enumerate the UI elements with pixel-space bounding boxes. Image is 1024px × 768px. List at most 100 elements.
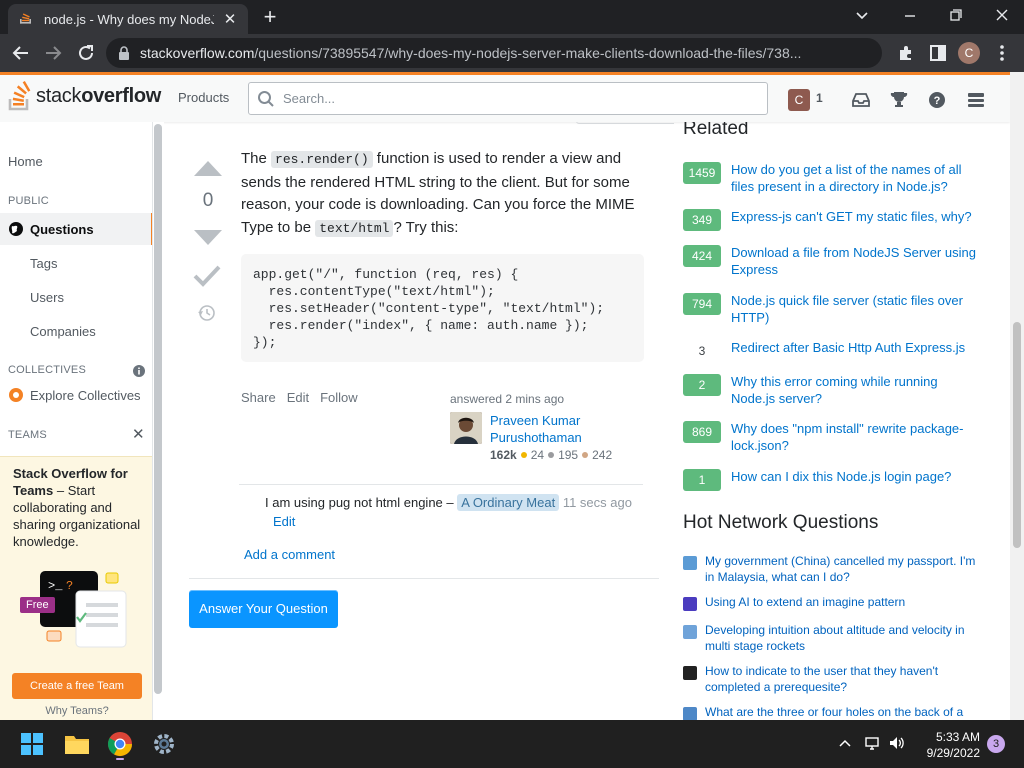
related-link[interactable]: Redirect after Basic Http Auth Express.j… — [731, 340, 981, 362]
hot-question-link[interactable]: My government (China) cancelled my passp… — [705, 554, 980, 585]
windows-start-icon[interactable] — [16, 728, 48, 760]
hot-question-link[interactable]: Using AI to extend an imagine pattern — [705, 595, 980, 611]
extensions-icon[interactable] — [896, 43, 916, 63]
related-link[interactable]: Why does "npm install" rewrite package-l… — [731, 421, 981, 454]
achievements-icon[interactable] — [888, 89, 910, 111]
tab-close-icon[interactable]: ✕ — [222, 10, 238, 28]
related-link[interactable]: Node.js quick file server (static files … — [731, 293, 981, 326]
tray-chevron-icon[interactable] — [838, 736, 852, 750]
nav-section-collectives: COLLECTIVES — [8, 364, 87, 376]
side-panel-icon[interactable] — [928, 43, 948, 63]
related-item[interactable]: 2 Why this error coming while running Nod… — [683, 374, 1003, 407]
browser-tab[interactable]: node.js - Why does my NodeJS S ✕ — [8, 4, 248, 34]
hot-question-item[interactable]: Using AI to extend an imagine pattern — [683, 595, 1003, 611]
downvote-icon[interactable] — [192, 228, 224, 248]
bronze-badge-icon — [582, 452, 589, 458]
profile-avatar[interactable]: C — [958, 42, 980, 64]
minimize-icon[interactable] — [898, 4, 922, 26]
hot-question-item[interactable]: How to indicate to the user that they ha… — [683, 664, 1003, 695]
address-bar[interactable]: stackoverflow.com/questions/73895547/why… — [106, 38, 882, 68]
info-icon[interactable] — [133, 365, 145, 377]
related-item[interactable]: 1 How can I dix this Node.js login page? — [683, 469, 1003, 491]
create-free-team-button[interactable]: Create a free Team — [12, 673, 142, 699]
restore-icon[interactable] — [944, 4, 968, 26]
sidebar-scroll-thumb[interactable] — [154, 124, 162, 694]
comment-edit-link[interactable]: Edit — [273, 514, 295, 529]
follow-link[interactable]: Follow — [320, 390, 358, 405]
related-item[interactable]: 3 Redirect after Basic Http Auth Express.… — [683, 340, 1003, 362]
hot-question-item[interactable]: What are the three or four holes on the … — [683, 705, 1003, 720]
related-link[interactable]: How do you get a list of the names of al… — [731, 162, 981, 195]
nav-companies[interactable]: Companies — [30, 324, 96, 339]
answerer-name[interactable]: Praveen Kumar Purushothaman — [490, 412, 620, 446]
accept-checkmark-icon[interactable] — [193, 264, 221, 288]
forward-icon[interactable] — [42, 42, 64, 64]
tab-title: node.js - Why does my NodeJS S — [44, 11, 214, 27]
inbox-icon[interactable] — [850, 89, 872, 111]
site-switcher-icon[interactable] — [965, 89, 987, 111]
related-link[interactable]: Express-js can't GET my static files, wh… — [731, 209, 981, 231]
related-item[interactable]: 794 Node.js quick file server (static fil… — [683, 293, 1003, 326]
related-link[interactable]: Why this error coming while running Node… — [731, 374, 981, 407]
page-scroll-thumb[interactable] — [1013, 322, 1021, 548]
related-item[interactable]: 1459 How do you get a list of the names o… — [683, 162, 1003, 195]
stackoverflow-logo[interactable]: stackoverflow — [8, 81, 161, 111]
silver-count: 195 — [558, 448, 579, 462]
chrome-menu-icon[interactable] — [992, 43, 1012, 63]
new-tab-button[interactable]: + — [258, 6, 282, 30]
related-link[interactable]: Download a file from NodeJS Server using… — [731, 245, 981, 278]
network-icon[interactable] — [864, 734, 882, 752]
products-link[interactable]: Products — [178, 90, 229, 105]
ai-site-icon — [683, 597, 697, 611]
upvote-icon[interactable] — [192, 158, 224, 178]
related-link[interactable]: How can I dix this Node.js login page? — [731, 469, 981, 491]
close-window-icon[interactable] — [990, 4, 1014, 26]
ux-site-icon — [683, 666, 697, 680]
close-teams-icon[interactable]: ✕ — [132, 425, 145, 443]
nav-home[interactable]: Home — [8, 154, 43, 169]
chrome-icon[interactable] — [104, 728, 136, 760]
comment-author[interactable]: A Ordinary Meat — [457, 494, 560, 511]
answerer-avatar[interactable] — [450, 412, 482, 444]
search-input[interactable] — [283, 91, 743, 106]
back-icon[interactable] — [10, 42, 32, 64]
lock-icon[interactable] — [118, 46, 130, 60]
hot-question-link[interactable]: What are the three or four holes on the … — [705, 705, 980, 720]
right-sidebar: Related 1459 How do you get a list of the… — [674, 122, 1010, 720]
search-box[interactable] — [248, 82, 768, 115]
related-item[interactable]: 349 Express-js can't GET my static files,… — [683, 209, 1003, 231]
add-comment-link[interactable]: Add a comment — [244, 547, 335, 562]
hot-question-item[interactable]: Developing intuition about altitude and … — [683, 623, 1003, 654]
inline-code-mime: text/html — [315, 219, 394, 237]
nav-users[interactable]: Users — [30, 290, 64, 305]
nav-explore-collectives[interactable]: Explore Collectives — [8, 387, 141, 403]
hot-question-link[interactable]: How to indicate to the user that they ha… — [705, 664, 980, 695]
tab-search-icon[interactable] — [850, 4, 874, 26]
volume-icon[interactable] — [888, 734, 906, 752]
post-menu: Share Edit Follow — [241, 390, 358, 405]
edit-link[interactable]: Edit — [287, 390, 309, 405]
answerer-reputation: 162k 24 195 242 — [490, 448, 612, 462]
teams-promo-text: Stack Overflow for Teams – Start collabo… — [13, 466, 141, 549]
travel-site-icon — [683, 556, 697, 570]
why-teams-link[interactable]: Why Teams? — [0, 705, 154, 717]
user-avatar[interactable]: C — [788, 89, 810, 111]
settings-gear-icon[interactable] — [148, 728, 180, 760]
file-explorer-icon[interactable] — [61, 728, 93, 760]
page-scrollbar[interactable] — [1010, 72, 1024, 720]
reload-icon[interactable] — [75, 42, 97, 64]
related-item[interactable]: 869 Why does "npm install" rewrite packag… — [683, 421, 1003, 454]
answer-your-question-button[interactable]: Answer Your Question — [189, 590, 338, 628]
code-block: app.get("/", function (req, res) { res.c… — [241, 254, 644, 362]
history-icon[interactable] — [198, 304, 216, 322]
notification-badge[interactable]: 3 — [987, 735, 1005, 753]
hot-question-link[interactable]: Developing intuition about altitude and … — [705, 623, 980, 654]
system-clock[interactable]: 5:33 AM 9/29/2022 — [920, 729, 980, 761]
help-icon[interactable]: ? — [926, 89, 948, 111]
nav-tags[interactable]: Tags — [30, 256, 57, 271]
nav-questions[interactable]: Questions — [0, 213, 154, 245]
share-link[interactable]: Share — [241, 390, 276, 405]
related-item[interactable]: 424 Download a file from NodeJS Server us… — [683, 245, 1003, 278]
user-reputation: 1 — [816, 91, 823, 105]
hot-question-item[interactable]: My government (China) cancelled my passp… — [683, 554, 1003, 585]
